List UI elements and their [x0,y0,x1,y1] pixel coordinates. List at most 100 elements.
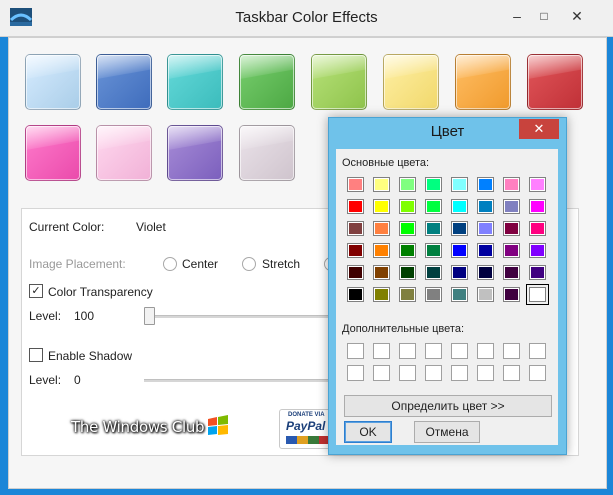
basic-color-cell[interactable] [399,265,416,280]
basic-color-cell[interactable] [477,243,494,258]
basic-color-cell[interactable] [399,287,416,302]
color-swatch[interactable] [239,54,295,110]
basic-color-cell[interactable] [425,221,442,236]
custom-color-cell[interactable] [373,365,390,381]
paypal-logo: PayPal [286,419,326,433]
paypal-caption: DONATE VIA [288,412,325,418]
basic-color-cell[interactable] [503,287,520,302]
dialog-close-button[interactable]: ✕ [519,119,559,139]
color-swatch[interactable] [96,125,152,181]
color-swatch[interactable] [311,54,367,110]
color-swatch[interactable] [167,125,223,181]
basic-color-cell[interactable] [451,265,468,280]
custom-color-cell[interactable] [425,343,442,359]
basic-color-cell[interactable] [347,243,364,258]
custom-color-cell[interactable] [529,343,546,359]
basic-color-cell[interactable] [451,243,468,258]
basic-color-cell[interactable] [503,221,520,236]
custom-colors-label: Дополнительные цвета: [342,323,464,335]
basic-color-cell[interactable] [451,287,468,302]
basic-color-cell[interactable] [347,287,364,302]
basic-color-cell[interactable] [425,199,442,214]
basic-color-cell[interactable] [529,243,546,258]
basic-color-cell[interactable] [373,243,390,258]
title-bar: Taskbar Color Effects – □ ✕ [0,0,613,37]
logo-text: The Windows Club [71,418,205,436]
custom-color-cell[interactable] [451,365,468,381]
basic-color-cell[interactable] [529,199,546,214]
basic-color-cell[interactable] [347,221,364,236]
custom-color-cell[interactable] [399,365,416,381]
basic-color-cell[interactable] [529,177,546,192]
color-swatch[interactable] [455,54,511,110]
shadow-checkbox[interactable] [29,348,43,362]
basic-color-cell[interactable] [425,177,442,192]
basic-color-cell[interactable] [503,265,520,280]
basic-color-cell[interactable] [451,199,468,214]
custom-color-cell[interactable] [503,365,520,381]
basic-color-cell[interactable] [373,177,390,192]
custom-color-cell[interactable] [347,365,364,381]
minimize-button[interactable]: – [504,6,530,26]
close-button[interactable]: ✕ [564,6,590,26]
stretch-radio-label: Stretch [262,257,301,271]
transparency-checkbox[interactable]: ✓ [29,284,43,298]
basic-color-cell[interactable] [529,221,546,236]
basic-color-cell[interactable] [503,199,520,214]
windows-club-logo: The Windows Club [71,415,231,437]
basic-colors-label: Основные цвета: [342,157,430,169]
shadow-slider-track[interactable] [144,379,338,382]
basic-color-cell[interactable] [399,221,416,236]
stretch-radio[interactable] [242,257,256,271]
basic-color-cell[interactable] [373,287,390,302]
basic-color-cell[interactable] [425,265,442,280]
shadow-level-label: Level: [29,373,62,387]
color-swatch[interactable] [383,54,439,110]
basic-color-cell[interactable] [451,221,468,236]
custom-color-cell[interactable] [477,343,494,359]
basic-color-cell[interactable] [373,221,390,236]
basic-color-cell[interactable] [399,177,416,192]
basic-color-cell[interactable] [425,287,442,302]
custom-color-cell[interactable] [373,343,390,359]
basic-color-cell[interactable] [347,199,364,214]
custom-color-cell[interactable] [347,343,364,359]
basic-color-cell[interactable] [451,177,468,192]
custom-color-cell[interactable] [529,365,546,381]
custom-color-cell[interactable] [451,343,468,359]
basic-color-cell[interactable] [399,199,416,214]
basic-color-cell[interactable] [347,177,364,192]
color-swatch[interactable] [96,54,152,110]
basic-color-cell[interactable] [347,265,364,280]
color-swatch[interactable] [25,54,81,110]
custom-color-cell[interactable] [503,343,520,359]
define-colors-button[interactable]: Определить цвет >> [344,395,552,417]
ok-button[interactable]: OK [344,421,392,443]
color-swatch[interactable] [527,54,583,110]
center-radio[interactable] [163,257,177,271]
basic-color-cell[interactable] [477,221,494,236]
color-swatch[interactable] [25,125,81,181]
basic-color-cell[interactable] [503,177,520,192]
basic-color-cell[interactable] [477,199,494,214]
card-logos-icon [286,436,330,444]
basic-color-cell[interactable] [399,243,416,258]
basic-color-cell[interactable] [477,177,494,192]
color-swatch[interactable] [167,54,223,110]
custom-color-cell[interactable] [477,365,494,381]
basic-color-cell[interactable] [373,199,390,214]
basic-color-cell[interactable] [526,284,549,305]
basic-color-cell[interactable] [477,265,494,280]
color-swatch[interactable] [239,125,295,181]
basic-color-cell[interactable] [477,287,494,302]
maximize-button[interactable]: □ [531,6,557,26]
basic-color-cell[interactable] [503,243,520,258]
transparency-slider-thumb[interactable] [144,307,155,325]
custom-color-cell[interactable] [425,365,442,381]
basic-color-cell[interactable] [425,243,442,258]
basic-color-cell[interactable] [529,265,546,280]
cancel-button[interactable]: Отмена [414,421,480,443]
transparency-slider-track[interactable] [148,315,338,318]
custom-color-cell[interactable] [399,343,416,359]
basic-color-cell[interactable] [373,265,390,280]
